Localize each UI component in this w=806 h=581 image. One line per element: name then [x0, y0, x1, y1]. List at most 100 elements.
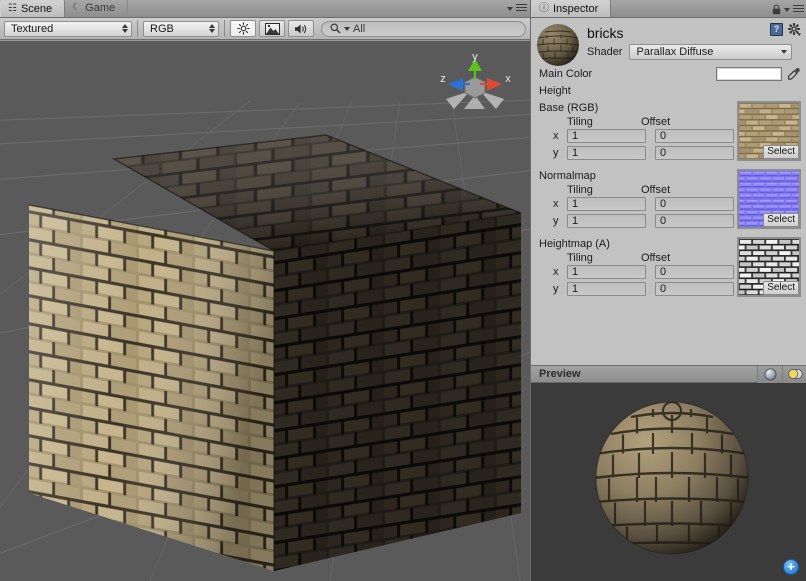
- axis-label: x: [553, 130, 567, 142]
- lock-icon[interactable]: [772, 4, 781, 15]
- tiling-input-x[interactable]: 1: [567, 129, 646, 143]
- tiling-value: 1: [572, 283, 578, 295]
- tab-scene[interactable]: ☷ Scene: [0, 0, 65, 17]
- shader-row: Shader Parallax Diffuse: [587, 44, 792, 60]
- add-plus-icon[interactable]: +: [783, 559, 799, 575]
- toolbar-divider: [137, 20, 138, 37]
- chevron-down-icon: [507, 7, 513, 11]
- scene-tabbar: ☷ Scene ☾ Game: [0, 0, 530, 18]
- tiling-input-y[interactable]: 1: [567, 214, 646, 228]
- offset-input-y[interactable]: 0: [655, 146, 734, 160]
- texture-thumbnail[interactable]: Select: [737, 237, 801, 297]
- hamburger-menu-icon: [793, 5, 804, 14]
- search-input[interactable]: All: [321, 21, 526, 37]
- tab-scene-label: Scene: [21, 3, 52, 15]
- preview-header-icons: [757, 366, 806, 383]
- lighting-toggle-button[interactable]: [230, 20, 256, 37]
- axis-label: y: [553, 147, 567, 159]
- brick-cube-object[interactable]: [26, 101, 521, 581]
- offset-header: Offset: [641, 184, 670, 196]
- main-color-row: Main Color: [531, 65, 806, 82]
- preview-title: Preview: [539, 368, 581, 380]
- scene-viewport[interactable]: y x z: [0, 41, 530, 581]
- scene-panel: ☷ Scene ☾ Game Textured RGB: [0, 0, 530, 581]
- texture-slot: Heightmap (A) Tiling Offset x 1 0 y 1 0: [531, 235, 806, 303]
- main-color-label: Main Color: [539, 68, 592, 80]
- speaker-icon: [294, 23, 309, 35]
- chevron-down-icon: [781, 50, 787, 54]
- texture-select-button[interactable]: Select: [763, 145, 799, 159]
- tiling-input-x[interactable]: 1: [567, 265, 646, 279]
- tiling-input-x[interactable]: 1: [567, 197, 646, 211]
- image-icon: [265, 23, 280, 35]
- tab-game[interactable]: ☾ Game: [65, 0, 128, 17]
- texture-thumbnail[interactable]: Select: [737, 169, 801, 229]
- skybox-toggle-button[interactable]: [259, 20, 285, 37]
- tiling-value: 1: [572, 130, 578, 142]
- main-color-swatch[interactable]: [716, 67, 782, 81]
- offset-input-y[interactable]: 0: [655, 214, 734, 228]
- texture-select-button[interactable]: Select: [763, 213, 799, 227]
- draw-mode-dropdown[interactable]: Textured: [4, 21, 132, 37]
- inspector-panel: ⓘ Inspector: [530, 0, 806, 365]
- info-icon: ⓘ: [539, 4, 549, 14]
- eyedropper-icon[interactable]: [787, 67, 801, 81]
- inspector-panel-menu[interactable]: [772, 4, 804, 15]
- texture-select-button[interactable]: Select: [763, 281, 799, 295]
- toolbar-divider: [224, 20, 225, 37]
- offset-input-y[interactable]: 0: [655, 282, 734, 296]
- chevron-down-icon: [784, 8, 790, 12]
- preview-panel: Preview: [530, 365, 806, 581]
- offset-input-x[interactable]: 0: [655, 129, 734, 143]
- shader-dropdown[interactable]: Parallax Diffuse: [629, 44, 792, 60]
- texture-slot-list: Base (RGB) Tiling Offset x 1 0 y 1 0: [531, 99, 806, 303]
- render-mode-value: RGB: [150, 23, 174, 35]
- offset-input-x[interactable]: 0: [655, 197, 734, 211]
- help-book-icon[interactable]: ?: [770, 23, 783, 36]
- sphere-icon: [764, 368, 777, 381]
- tiling-value: 1: [572, 215, 578, 227]
- hamburger-menu-icon: [516, 4, 527, 13]
- texture-slot: Base (RGB) Tiling Offset x 1 0 y 1 0: [531, 99, 806, 167]
- audio-toggle-button[interactable]: [288, 20, 314, 37]
- search-filter-chevron-icon[interactable]: [344, 27, 350, 31]
- material-name: bricks: [587, 25, 792, 41]
- tab-inspector[interactable]: ⓘ Inspector: [531, 0, 611, 17]
- tiling-input-y[interactable]: 1: [567, 146, 646, 160]
- light-toggle-icon: [787, 368, 804, 380]
- scene-toolbar: Textured RGB: [0, 18, 530, 40]
- material-header: bricks Shader Parallax Diffuse ?: [531, 19, 806, 65]
- offset-input-x[interactable]: 0: [655, 265, 734, 279]
- gizmo-z-label: z: [440, 73, 446, 85]
- inspector-header-icons: ?: [770, 23, 801, 36]
- tiling-value: 1: [572, 266, 578, 278]
- gear-icon[interactable]: [788, 23, 801, 36]
- preview-viewport[interactable]: +: [531, 384, 806, 581]
- inspector-body: bricks Shader Parallax Diffuse ?: [531, 19, 806, 365]
- preview-lighting-button[interactable]: [782, 366, 806, 383]
- render-mode-dropdown[interactable]: RGB: [143, 21, 219, 37]
- unity-editor-window: ☷ Scene ☾ Game Textured RGB: [0, 0, 806, 581]
- scene-panel-menu[interactable]: [507, 4, 527, 13]
- offset-header: Offset: [641, 252, 670, 264]
- tiling-header: Tiling: [553, 252, 641, 264]
- gizmo-x-label: x: [505, 73, 511, 85]
- tiling-value: 1: [572, 198, 578, 210]
- search-input-value: All: [353, 23, 365, 35]
- updown-arrows-icon: [122, 24, 128, 33]
- texture-thumbnail[interactable]: Select: [737, 101, 801, 161]
- offset-value: 0: [660, 266, 666, 278]
- texture-slot: Normalmap Tiling Offset x 1 0 y 1 0 Sele…: [531, 167, 806, 235]
- gamepad-icon: ☾: [72, 3, 81, 13]
- shader-value: Parallax Diffuse: [636, 46, 713, 58]
- draw-mode-value: Textured: [11, 23, 53, 35]
- inspector-tabbar: ⓘ Inspector: [531, 0, 806, 18]
- updown-arrows-icon: [209, 24, 215, 33]
- grid-hash-icon: ☷: [8, 4, 17, 14]
- tiling-input-y[interactable]: 1: [567, 282, 646, 296]
- axis-label: y: [553, 283, 567, 295]
- offset-header: Offset: [641, 116, 670, 128]
- scene-axis-gizmo[interactable]: y x z: [432, 47, 518, 127]
- preview-mesh-button[interactable]: [757, 366, 782, 383]
- shader-label: Shader: [587, 46, 622, 58]
